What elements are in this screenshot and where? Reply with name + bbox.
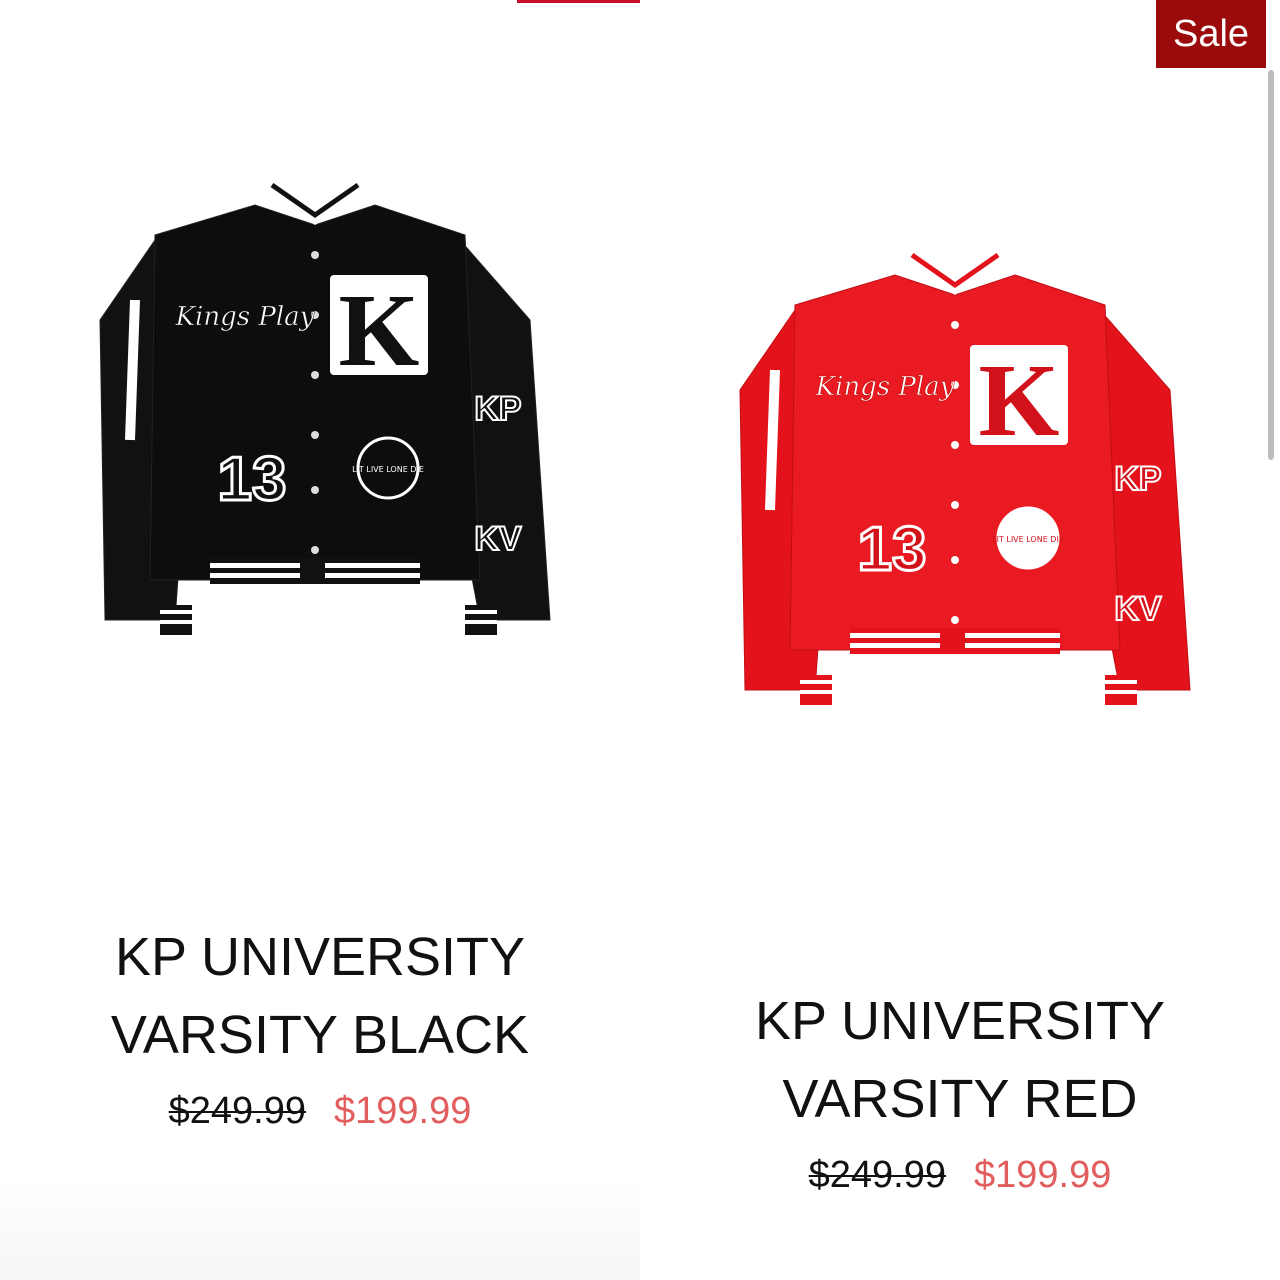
product-title-line-1[interactable]: KP UNIVERSITY (0, 918, 640, 996)
sale-price: $199.99 (334, 1090, 472, 1132)
product-title-line-2[interactable]: VARSITY BLACK (0, 996, 640, 1074)
chest-letter: K (979, 343, 1060, 458)
product-title-line-1[interactable]: KP UNIVERSITY (640, 982, 1280, 1060)
sleeve-patch-1: KP (1114, 460, 1161, 498)
pocket-number: 13 (858, 515, 927, 584)
price-row: $249.99 $199.99 (0, 1090, 640, 1133)
sleeve-patch-1: KP (474, 390, 521, 428)
sale-badge: Sale (1156, 0, 1266, 68)
chest-script: Kings Play (175, 302, 315, 332)
product-title[interactable]: KP UNIVERSITY VARSITY RED (640, 982, 1280, 1138)
varsity-jacket-red-image[interactable]: K Kings Play 13 LIT LIVE LONE DIE KP KV (700, 220, 1220, 740)
scrollbar[interactable] (1268, 70, 1274, 460)
active-nav-indicator (517, 0, 640, 3)
pocket-number: 13 (218, 445, 287, 514)
price-row: $249.99 $199.99 (640, 1154, 1280, 1197)
sale-price: $199.99 (974, 1154, 1112, 1196)
circle-text: LIT LIVE LONE DIE (352, 465, 424, 474)
jacket-red-icon: K Kings Play 13 LIT LIVE LONE DIE KP KV (739, 240, 1191, 705)
original-price: $249.99 (168, 1090, 306, 1132)
chest-letter: K (339, 273, 420, 388)
product-title[interactable]: KP UNIVERSITY VARSITY BLACK (0, 918, 640, 1074)
varsity-jacket-black-image[interactable]: K Kings Play 13 LIT LIVE LONE DIE KP KV (60, 150, 580, 670)
circle-text: LIT LIVE LONE DIE (992, 535, 1064, 544)
sleeve-patch-2: KV (1114, 590, 1162, 628)
original-price: $249.99 (808, 1154, 946, 1196)
product-title-line-2[interactable]: VARSITY RED (640, 1060, 1280, 1138)
next-product-preview (0, 1180, 640, 1280)
sleeve-patch-2: KV (474, 520, 522, 558)
jacket-black-icon: K Kings Play 13 LIT LIVE LONE DIE KP KV (99, 170, 551, 635)
chest-script: Kings Play (815, 372, 955, 402)
